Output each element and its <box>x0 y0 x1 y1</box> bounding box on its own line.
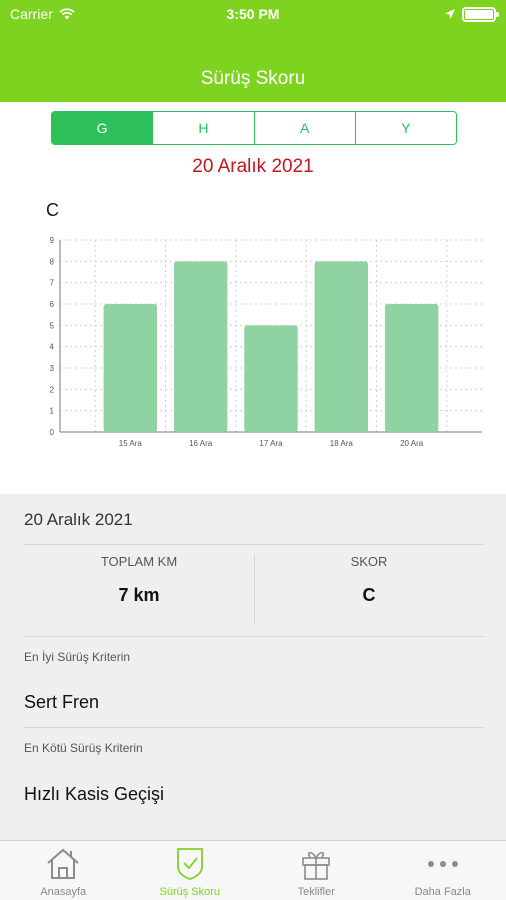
y-tick-label: 4 <box>50 343 55 352</box>
home-icon <box>43 846 83 882</box>
bar <box>384 304 439 432</box>
bar <box>244 325 298 432</box>
page-title: Sürüş Skoru <box>200 68 306 89</box>
bar <box>173 261 228 432</box>
score-value: C <box>362 585 376 605</box>
more-icon <box>423 846 463 882</box>
tab-home[interactable]: Anasayfa <box>0 841 127 900</box>
bar <box>314 261 369 432</box>
segment-day[interactable]: G <box>52 112 153 144</box>
battery-icon <box>462 6 499 22</box>
y-tick-label: 9 <box>50 236 55 245</box>
tab-driving-score[interactable]: Sürüş Skoru <box>127 841 254 900</box>
gift-icon <box>296 846 336 882</box>
y-tick-label: 7 <box>50 279 55 288</box>
score-letter: C <box>46 200 59 220</box>
score-chart-svg: 0 1 2 3 4 5 6 7 8 9 15 Ara 16 Ara 17 Ara 18 Ara 20 Ara <box>50 236 482 448</box>
x-tick-label: 17 Ara <box>259 439 283 448</box>
detail-date: 20 Aralık 2021 <box>24 510 133 529</box>
status-time: 3:50 PM <box>226 6 280 22</box>
y-tick-label: 3 <box>50 364 55 373</box>
y-tick-label: 2 <box>50 385 55 394</box>
total-km-stat: TOPLAM KM 7 km <box>24 554 254 606</box>
segment-week[interactable]: H <box>152 112 254 144</box>
header: Carrier 3:50 PM Sürüş Skoru <box>0 0 506 102</box>
tab-offers[interactable]: Teklifler <box>253 841 380 900</box>
y-tick-label: 1 <box>50 407 55 416</box>
tab-offers-label: Teklifler <box>297 886 335 898</box>
selected-date: 20 Aralık 2021 <box>192 156 314 177</box>
best-criteria-value: Sert Fren <box>24 692 100 712</box>
y-tick-label: 6 <box>50 300 55 309</box>
best-criteria-label: En İyi Sürüş Kriterin <box>24 650 131 664</box>
total-km-label: TOPLAM KM <box>100 554 178 569</box>
divider <box>24 727 484 728</box>
status-bar: Carrier 3:50 PM <box>0 0 506 28</box>
wifi-icon <box>59 8 75 20</box>
location-arrow-icon <box>445 9 455 19</box>
x-tick-label: 20 Ara <box>400 439 424 448</box>
worst-criteria-value: Hızlı Kasis Geçişi <box>24 784 165 804</box>
divider <box>24 636 484 637</box>
tab-bar: Anasayfa Sürüş Skoru Teklifler Daha Fazl… <box>0 840 506 900</box>
bar <box>103 304 158 432</box>
y-tick-label: 0 <box>50 428 55 437</box>
worst-criteria-label: En Kötü Sürüş Kriterin <box>24 741 143 755</box>
carrier-label: Carrier <box>10 6 53 22</box>
details-panel: 20 Aralık 2021 TOPLAM KM 7 km SKOR C En … <box>0 494 506 840</box>
shield-check-icon <box>170 846 210 882</box>
x-tick-label: 16 Ara <box>189 439 213 448</box>
score-stat: SKOR C <box>254 554 484 606</box>
segment-month[interactable]: A <box>253 112 355 144</box>
tab-more-label: Daha Fazla <box>414 886 471 898</box>
x-tick-label: 15 Ara <box>119 439 143 448</box>
y-tick-label: 8 <box>50 257 55 266</box>
y-tick-label: 5 <box>50 321 55 330</box>
segment-year[interactable]: Y <box>354 112 456 144</box>
score-chart: 0 1 2 3 4 5 6 7 8 9 15 Ara 16 Ara 17 Ara 18 Ara 20 Ara <box>36 232 486 462</box>
score-label: SKOR <box>350 554 388 569</box>
tab-home-label: Anasayfa <box>40 886 87 898</box>
period-segmented-control: G H A Y <box>51 111 457 145</box>
total-km-value: 7 km <box>118 585 160 605</box>
divider <box>24 544 484 545</box>
tab-more[interactable]: Daha Fazla <box>380 841 506 900</box>
tab-driving-score-label: Sürüş Skoru <box>159 886 221 898</box>
x-tick-label: 18 Ara <box>330 439 354 448</box>
